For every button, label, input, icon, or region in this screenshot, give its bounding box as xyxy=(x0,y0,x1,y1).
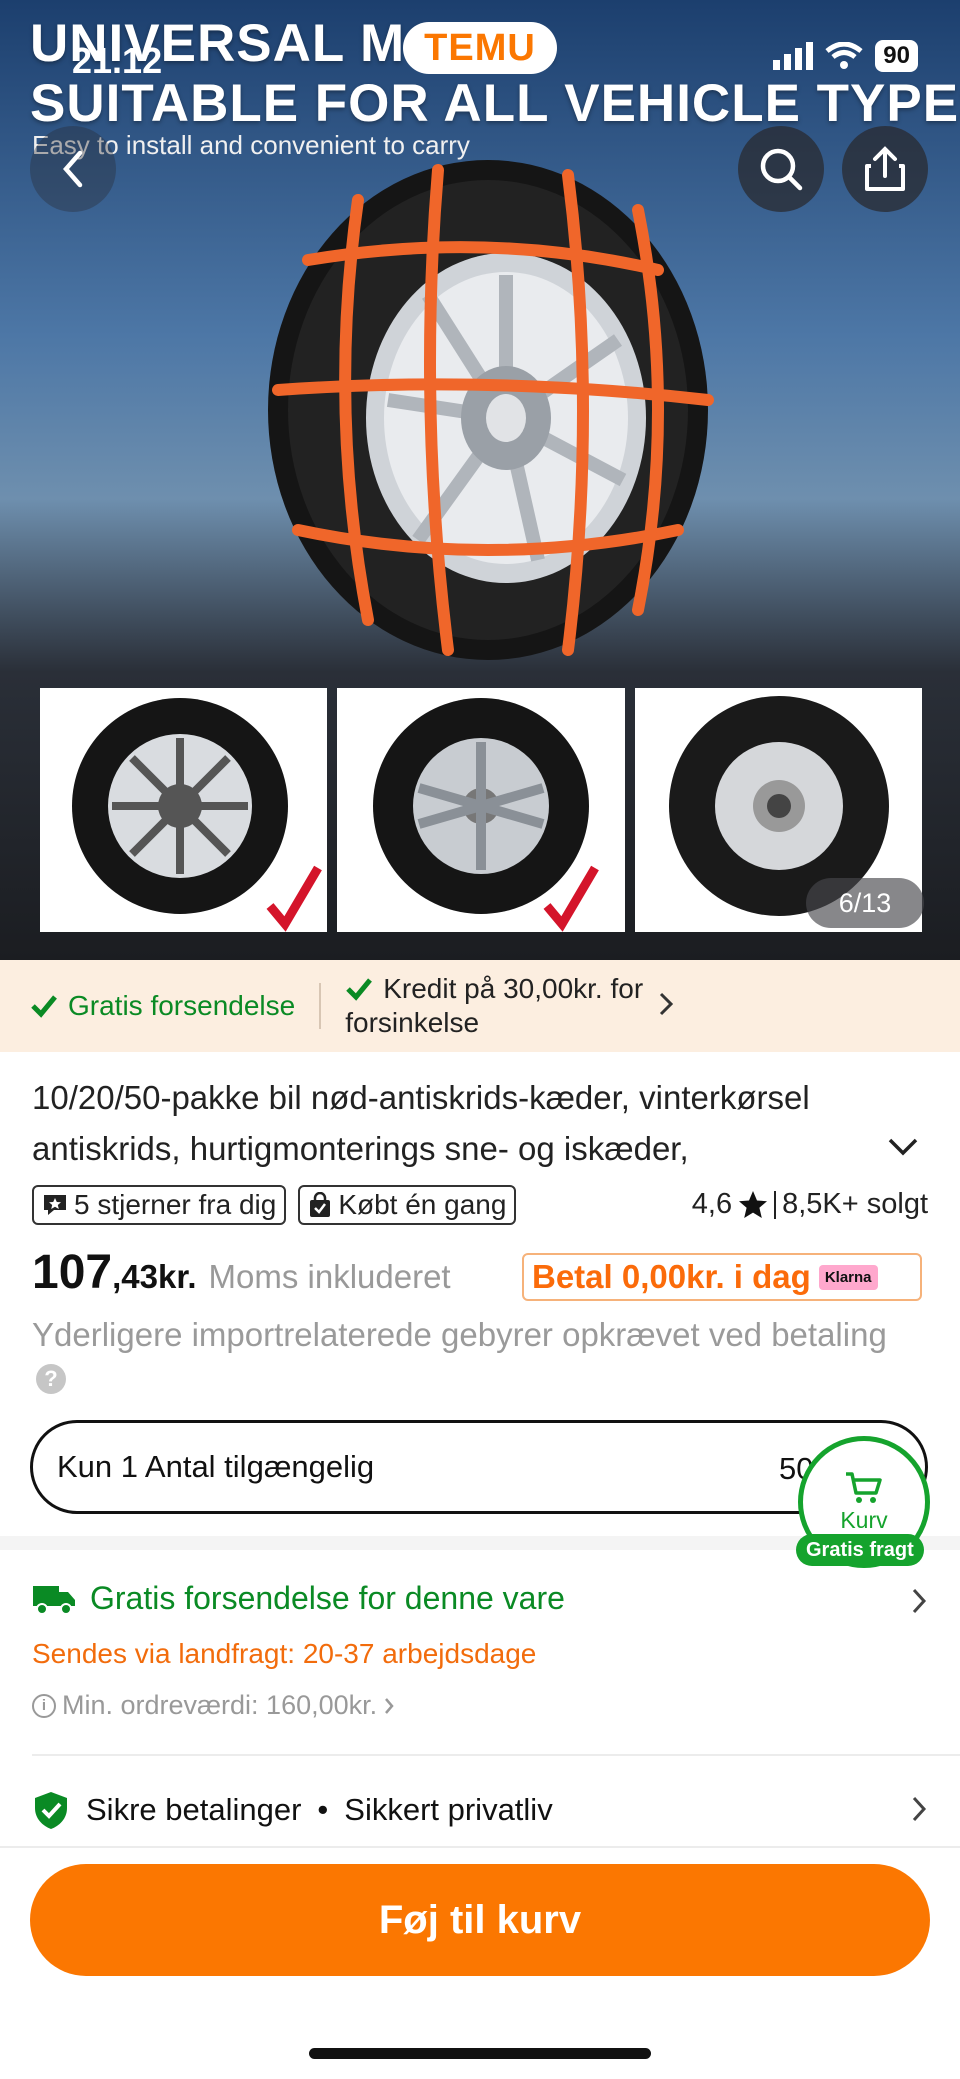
divider xyxy=(0,1846,960,1848)
chevron-down-icon[interactable] xyxy=(886,1136,920,1158)
thumbnail-suv-wheel xyxy=(337,688,625,932)
bag-check-icon xyxy=(310,1192,331,1217)
chevron-right-icon xyxy=(660,992,674,1016)
quantity-label: Kun 1 Antal tilgængelig xyxy=(57,1449,375,1484)
security-row[interactable]: Sikre betalinger • Sikkert privatliv xyxy=(32,1790,553,1830)
divider xyxy=(32,1754,960,1756)
free-shipping-benefit: Gratis forsendelse xyxy=(30,990,295,1022)
secure-privacy: Sikkert privatliv xyxy=(344,1792,553,1827)
vat-note: Moms inkluderet xyxy=(208,1258,451,1295)
temu-logo: TEMU xyxy=(403,22,557,74)
chevron-left-icon xyxy=(63,150,83,188)
signal-icon xyxy=(773,42,814,70)
shipping-title-text: Gratis forsendelse for denne vare xyxy=(90,1580,565,1616)
klarna-logo: Klarna xyxy=(818,1264,878,1290)
battery-indicator: 90 xyxy=(875,40,918,72)
benefit-divider xyxy=(319,983,322,1029)
tire-chain-illustration xyxy=(268,160,714,660)
truck-icon xyxy=(33,1585,75,1615)
wifi-icon xyxy=(825,42,863,69)
rating-separator xyxy=(774,1190,777,1219)
klarna-banner[interactable]: Betal 0,00kr. i dag Klarna xyxy=(522,1253,922,1301)
search-icon xyxy=(760,148,803,191)
chevron-right-icon[interactable] xyxy=(910,1794,928,1824)
vehicle-thumbnails xyxy=(40,688,922,932)
cart-label: Kurv xyxy=(840,1506,888,1533)
chevron-right-icon xyxy=(385,1697,394,1714)
rating-sold[interactable]: 4,6 8,5K+ solgt xyxy=(692,1188,928,1221)
secure-payments: Sikre betalinger xyxy=(86,1792,302,1827)
badge-bought-label: Købt én gang xyxy=(338,1189,507,1220)
min-order[interactable]: i Min. ordreværdi: 160,00kr. xyxy=(32,1690,395,1721)
product-image-gallery[interactable]: UNIVERSAL MODEL SUITABLE FOR ALL VEHICLE… xyxy=(0,0,960,960)
review-badges: 5 stjerner fra dig Købt én gang xyxy=(32,1185,517,1225)
badge-bought: Købt én gang xyxy=(298,1185,517,1225)
help-icon[interactable]: ? xyxy=(36,1364,66,1395)
credit-label-line1: Kredit på 30,00kr. for xyxy=(383,973,644,1004)
price-integer: 107 xyxy=(32,1246,113,1299)
back-button[interactable] xyxy=(30,126,116,212)
sold-count: 8,5K+ solgt xyxy=(782,1188,928,1220)
import-fees-note: Yderligere importrelaterede gebyrer opkr… xyxy=(32,1314,912,1398)
badge-five-stars-label: 5 stjerner fra dig xyxy=(74,1189,277,1220)
check-icon xyxy=(31,995,57,1018)
quantity-selector[interactable]: Kun 1 Antal tilgængelig 50 xyxy=(30,1420,928,1514)
security-separator: • xyxy=(317,1792,329,1827)
benefit-bar[interactable]: Gratis forsendelse Kredit på 30,00kr. fo… xyxy=(0,960,960,1052)
status-time: 21.12 xyxy=(72,40,163,81)
free-shipping-pill: Gratis fragt xyxy=(796,1534,924,1566)
rating-value: 4,6 xyxy=(691,1188,733,1220)
check-icon xyxy=(346,978,373,1001)
star-icon xyxy=(739,1191,768,1218)
klarna-text: Betal 0,00kr. i dag xyxy=(532,1258,811,1295)
price-decimal: ,43kr. xyxy=(112,1258,197,1295)
add-to-cart-button[interactable]: Føj til kurv xyxy=(30,1864,930,1976)
share-icon xyxy=(865,146,905,191)
import-fees-text: Yderligere importrelaterede gebyrer opkr… xyxy=(32,1316,887,1353)
thumbnail-car-wheel xyxy=(40,688,328,932)
shipping-eta: Sendes via landfragt: 20-37 arbejdsdage xyxy=(32,1638,537,1669)
share-button[interactable] xyxy=(842,126,928,212)
credit-benefit[interactable]: Kredit på 30,00kr. for forsinkelse xyxy=(345,972,675,1040)
search-button[interactable] xyxy=(738,126,824,212)
credit-label-line2: forsinkelse xyxy=(345,1007,480,1038)
review-star-icon xyxy=(44,1195,66,1215)
cart-icon xyxy=(846,1471,882,1503)
min-order-text: Min. ordreværdi: 160,00kr. xyxy=(62,1690,378,1720)
image-counter: 6/13 xyxy=(806,878,924,928)
chevron-right-icon[interactable] xyxy=(910,1586,928,1616)
status-icons: 90 xyxy=(773,40,918,72)
shield-check-icon xyxy=(35,1792,67,1829)
home-indicator[interactable] xyxy=(309,2048,651,2059)
shipping-title: Gratis forsendelse for denne vare xyxy=(32,1580,565,1617)
free-shipping-label: Gratis forsendelse xyxy=(68,990,296,1021)
badge-five-stars: 5 stjerner fra dig xyxy=(32,1185,287,1225)
info-icon: i xyxy=(32,1693,56,1718)
product-title[interactable]: 10/20/50-pakke bil nød-antiskrids-kæder,… xyxy=(32,1072,902,1174)
price-row: 107 ,43kr. Moms inkluderet xyxy=(32,1245,451,1300)
